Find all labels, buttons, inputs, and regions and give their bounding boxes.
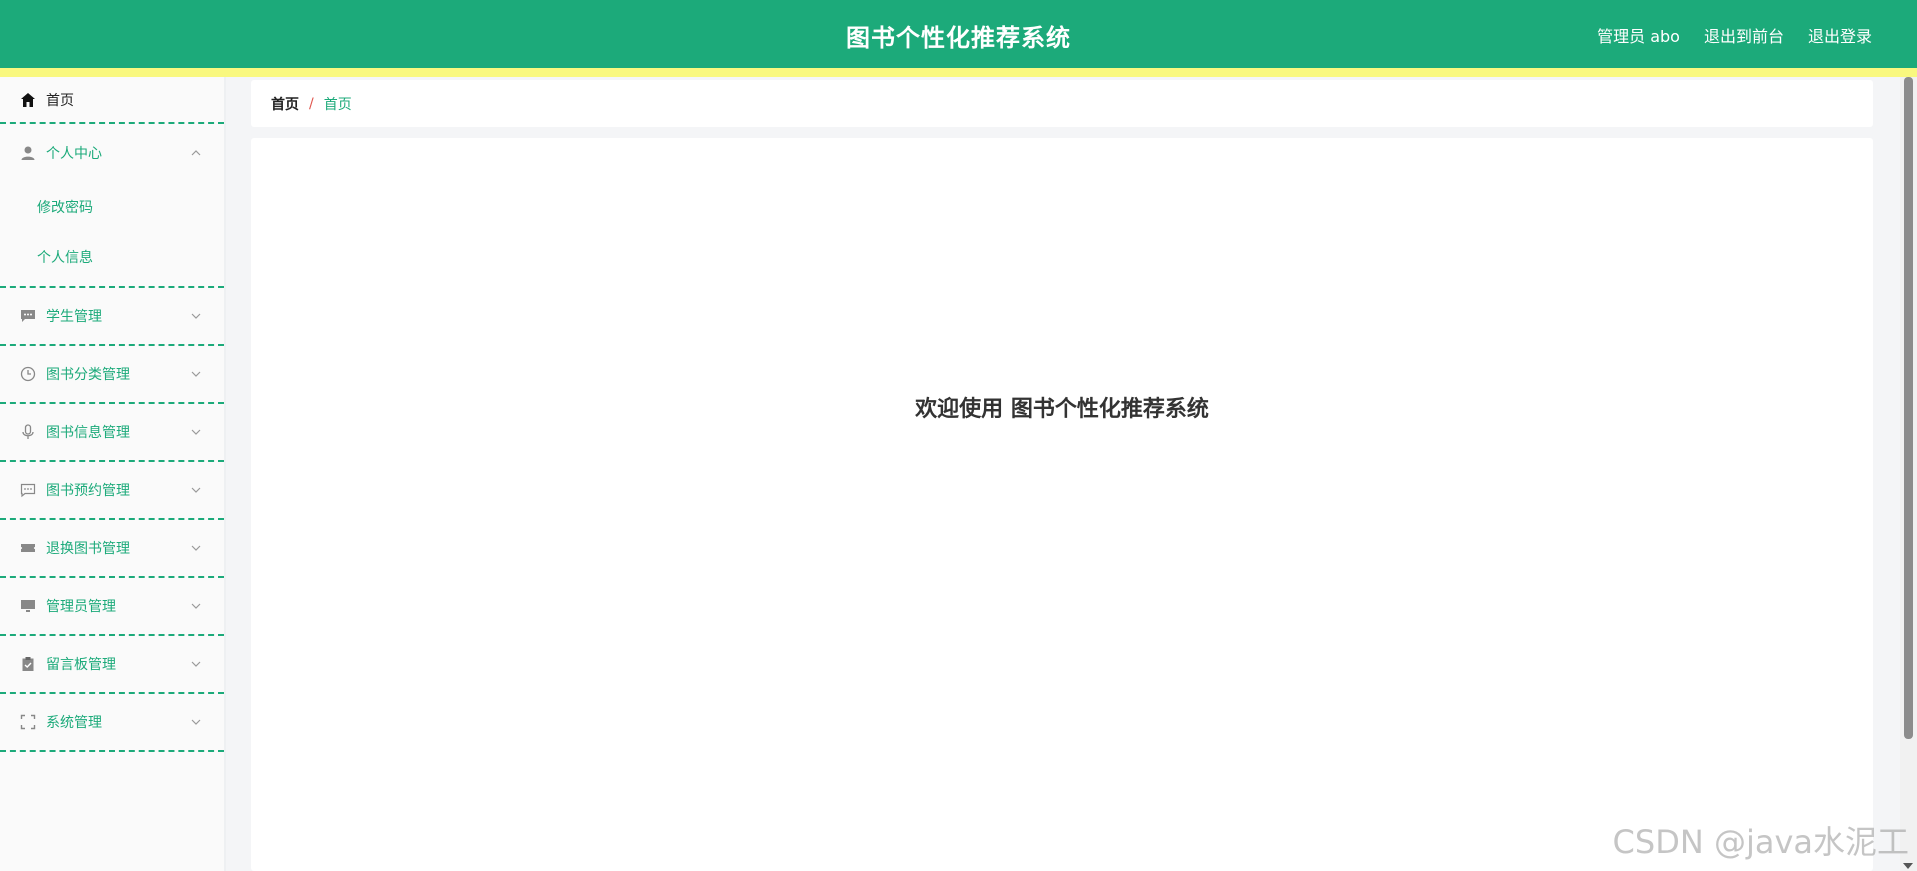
sidebar-item-personal-center[interactable]: 个人中心 [0, 124, 224, 182]
chevron-down-icon [191, 487, 201, 493]
sidebar-item-label: 留言板管理 [46, 657, 116, 673]
scroll-down-arrow-icon[interactable] [1903, 863, 1913, 869]
scrollbar-thumb[interactable] [1904, 77, 1913, 739]
breadcrumb-current: 首页 [323, 96, 352, 113]
microphone-icon [20, 424, 36, 440]
sidebar-item-home[interactable]: 首页 [0, 77, 224, 124]
sidebar-item-admin-management[interactable]: 管理员管理 [0, 578, 224, 636]
back-to-front-link[interactable]: 退出到前台 [1704, 23, 1784, 47]
sidebar-item-label: 个人中心 [46, 146, 102, 162]
sidebar-item-system-management[interactable]: 系统管理 [0, 694, 224, 752]
watermark: CSDN @java水泥工 [1612, 823, 1909, 861]
fullscreen-icon [20, 714, 36, 730]
sidebar-item-student-management[interactable]: 学生管理 [0, 288, 224, 346]
welcome-message: 欢迎使用 图书个性化推荐系统 [915, 397, 1209, 422]
sidebar-item-book-info-management[interactable]: 图书信息管理 [0, 404, 224, 462]
breadcrumb: 首页 / 首页 [251, 80, 1873, 127]
chevron-down-icon [191, 371, 201, 377]
monitor-icon [20, 598, 36, 614]
logout-link[interactable]: 退出登录 [1808, 23, 1872, 47]
header-links: 管理员 abo 退出到前台 退出登录 [1597, 23, 1872, 47]
sidebar-item-label: 图书预约管理 [46, 483, 130, 499]
sidebar-item-label: 图书分类管理 [46, 367, 130, 383]
ticket-icon [20, 540, 36, 556]
content-panel: 欢迎使用 图书个性化推荐系统 [251, 138, 1873, 871]
sidebar-item-label: 管理员管理 [46, 599, 116, 615]
chevron-down-icon [191, 545, 201, 551]
message-icon [20, 482, 36, 498]
clock-icon [20, 366, 36, 382]
user-icon [20, 145, 36, 161]
clipboard-icon [20, 656, 36, 672]
sidebar-item-label: 首页 [46, 92, 74, 109]
sidebar: 首页 个人中心 修改密码 个人信息 学生管理 图书分类管理 图书信息管理 图书预… [0, 77, 226, 871]
sidebar-subitem-personal-info[interactable]: 个人信息 [0, 232, 224, 282]
sidebar-item-label: 退换图书管理 [46, 541, 130, 557]
main-area: 首页 / 首页 欢迎使用 图书个性化推荐系统 [226, 77, 1917, 871]
chevron-down-icon [191, 661, 201, 667]
chevron-down-icon [191, 429, 201, 435]
breadcrumb-home[interactable]: 首页 [271, 94, 299, 114]
personal-center-submenu: 修改密码 个人信息 [0, 182, 224, 288]
sidebar-item-label: 图书信息管理 [46, 425, 130, 441]
sidebar-item-label: 学生管理 [46, 309, 102, 325]
chevron-down-icon [191, 719, 201, 725]
sidebar-item-label: 系统管理 [46, 715, 102, 731]
chevron-down-icon [191, 313, 201, 319]
breadcrumb-separator: / [309, 95, 314, 112]
chevron-up-icon [191, 150, 201, 156]
chevron-down-icon [191, 603, 201, 609]
home-icon [20, 92, 36, 108]
sidebar-item-book-category-management[interactable]: 图书分类管理 [0, 346, 224, 404]
sidebar-item-return-exchange-management[interactable]: 退换图书管理 [0, 520, 224, 578]
sidebar-item-book-reservation-management[interactable]: 图书预约管理 [0, 462, 224, 520]
page-scrollbar[interactable] [1900, 77, 1917, 871]
admin-user-label: 管理员 abo [1597, 27, 1680, 46]
sidebar-item-message-board-management[interactable]: 留言板管理 [0, 636, 224, 694]
accent-bar [0, 68, 1917, 77]
sidebar-subitem-change-password[interactable]: 修改密码 [0, 182, 224, 232]
chat-icon [20, 308, 36, 324]
top-header: 图书个性化推荐系统 管理员 abo 退出到前台 退出登录 [0, 0, 1917, 68]
